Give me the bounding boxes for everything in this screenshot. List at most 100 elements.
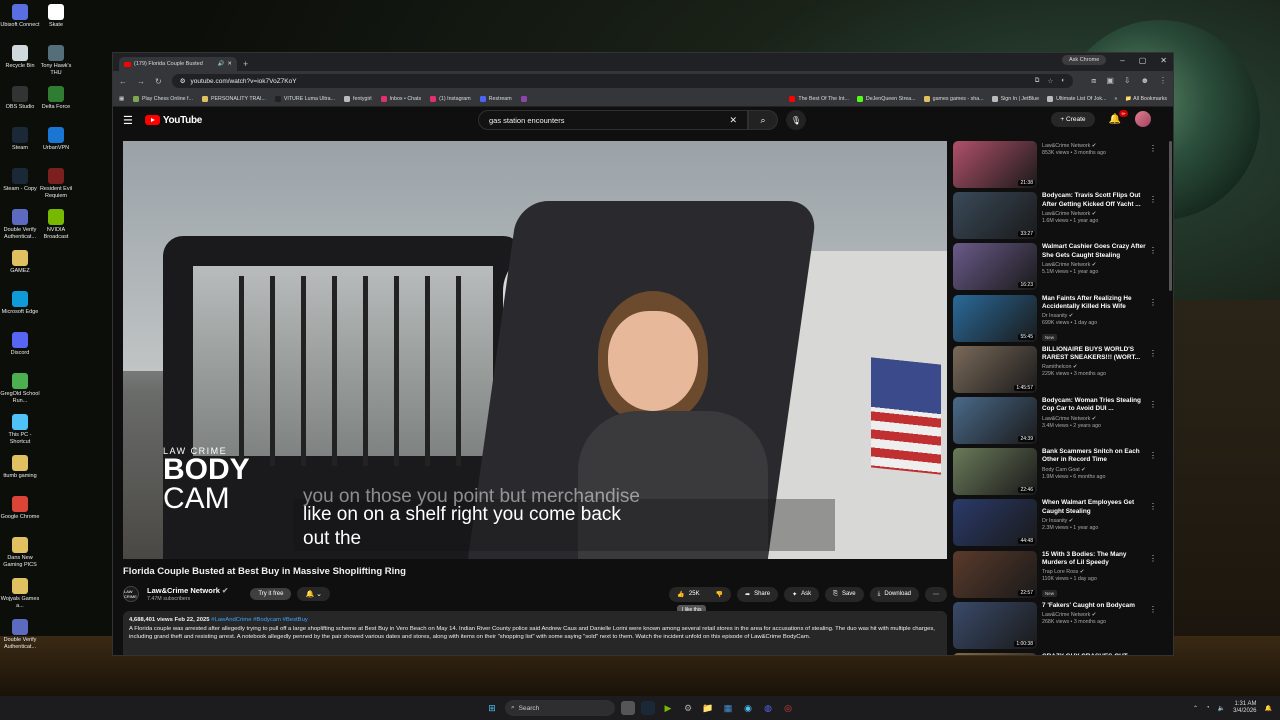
- all-bookmarks[interactable]: 📁 All Bookmarks: [1125, 96, 1167, 102]
- video-more-icon[interactable]: ⋮: [1149, 349, 1157, 358]
- desktop-icon[interactable]: Skate: [36, 4, 76, 29]
- recommended-video[interactable]: 1:45:57 BILLIONAIRE BUYS WORLD'S RAREST S…: [953, 345, 1159, 397]
- bookmark-item[interactable]: Ultimate List Of Jok...: [1047, 95, 1106, 102]
- video-title[interactable]: 7 'Fakers' Caught on Bodycam: [1042, 602, 1150, 610]
- video-thumbnail[interactable]: 1:45:57: [953, 345, 1037, 393]
- downloads-icon[interactable]: ⇩: [1124, 76, 1131, 86]
- bookmark-star-icon[interactable]: ☆: [1047, 77, 1053, 85]
- recommended-video[interactable]: 55:45 Man Faints After Realizing He Accid…: [953, 294, 1159, 346]
- desktop-icon[interactable]: Tony Hawk's THU: [36, 45, 76, 76]
- bookmark-item[interactable]: DeJenQueen Strea...: [856, 95, 916, 102]
- profile-icon[interactable]: ☻: [1141, 76, 1149, 86]
- clock[interactable]: 1:31 AM 3/4/2026: [1233, 701, 1256, 716]
- channel-name[interactable]: Law&Crime Network ✔: [147, 586, 228, 595]
- recommended-video[interactable]: 1:00:38 7 'Fakers' Caught on Bodycam Law&C…: [953, 601, 1159, 653]
- video-thumbnail[interactable]: 55:45: [953, 294, 1037, 342]
- channel-name[interactable]: Dr Insanity ✔: [1042, 313, 1150, 319]
- search-input[interactable]: gas station encounters ✕: [478, 110, 748, 130]
- video-thumbnail[interactable]: 22:57: [953, 550, 1037, 598]
- tab-youtube[interactable]: (179) Florida Couple Busted 🔊 ✕: [119, 57, 237, 71]
- video-thumbnail[interactable]: 22:46: [953, 448, 1037, 496]
- bookmark-item[interactable]: Play Chess Online f...: [133, 95, 193, 102]
- notifications-icon[interactable]: 🔔: [1265, 705, 1272, 712]
- more-actions-button[interactable]: ⋯: [925, 586, 947, 602]
- video-more-icon[interactable]: ⋮: [1149, 195, 1157, 204]
- clear-search-icon[interactable]: ✕: [729, 115, 737, 126]
- store-taskbar-icon[interactable]: ▦: [721, 701, 735, 715]
- dislike-button[interactable]: 👎: [708, 587, 731, 602]
- page-scrollbar[interactable]: [1169, 141, 1172, 291]
- more-bookmarks-icon[interactable]: »: [1114, 96, 1117, 102]
- video-title[interactable]: Bodycam: Woman Tries Stealing Cop Car to…: [1042, 397, 1150, 414]
- description-box[interactable]: 4,688,401 views Feb 22, 2025 #LawAndCrim…: [123, 611, 947, 655]
- recommended-video[interactable]: 33:27 Bodycam: Travis Scott Flips Out Aft…: [953, 192, 1159, 243]
- download-button[interactable]: ⤓ Download: [869, 586, 919, 602]
- task-view-icon[interactable]: [621, 701, 635, 715]
- desktop-icon[interactable]: Recycle Bin: [0, 45, 40, 70]
- bookmark-item[interactable]: PERSONALITY TRAI...: [201, 95, 266, 102]
- install-icon[interactable]: ⧉: [1035, 77, 1040, 85]
- nvidia-taskbar-icon[interactable]: ▶: [661, 701, 675, 715]
- tray-chevron-icon[interactable]: ⌃: [1193, 705, 1198, 712]
- video-more-icon[interactable]: ⋮: [1149, 554, 1157, 563]
- hashtags[interactable]: #LawAndCrime #Bodycam #BestBuy: [211, 617, 308, 623]
- ask-button[interactable]: ✦ Ask: [784, 586, 820, 602]
- desktop-icon[interactable]: Discord: [0, 332, 40, 357]
- chrome-taskbar-icon[interactable]: ◎: [781, 701, 795, 715]
- desktop-icon[interactable]: GregOld School Run...: [0, 373, 40, 404]
- video-title[interactable]: Bodycam: Travis Scott Flips Out After Ge…: [1042, 192, 1150, 209]
- video-title[interactable]: Man Faints After Realizing He Accidental…: [1042, 295, 1150, 312]
- video-thumbnail[interactable]: 33:27: [953, 192, 1037, 240]
- channel-name[interactable]: Ramithelcon ✔: [1042, 364, 1150, 370]
- recommended-video[interactable]: 16:23 Walmart Cashier Goes Crazy After Sh…: [953, 243, 1159, 294]
- desktop-icon[interactable]: ttumb gaming: [0, 455, 40, 480]
- back-icon[interactable]: ←: [119, 77, 127, 86]
- forward-icon[interactable]: →: [137, 77, 145, 86]
- recommended-video[interactable]: 44:48 When Walmart Employees Get Caught S…: [953, 499, 1159, 550]
- desktop-icon[interactable]: Steam: [0, 127, 40, 152]
- youtube-logo[interactable]: YouTube: [144, 115, 202, 126]
- desktop-icon[interactable]: GAMEZ: [0, 250, 40, 275]
- bookmark-item[interactable]: VITURE Luma Ultra...: [274, 95, 335, 102]
- steam-taskbar-icon[interactable]: [641, 701, 655, 715]
- bookmark-item[interactable]: The Best Of The Int...: [789, 95, 849, 102]
- channel-name[interactable]: Law&Crime Network ✔: [1042, 612, 1150, 618]
- channel-name[interactable]: Law&Crime Network ✔: [1042, 416, 1150, 422]
- start-icon[interactable]: ⊞: [485, 701, 499, 715]
- like-button[interactable]: 👍 25K: [669, 587, 707, 602]
- channel-name[interactable]: Trap Lore Ross ✔: [1042, 569, 1150, 575]
- desktop-icon[interactable]: UrbanVPN: [36, 127, 76, 152]
- menu-icon[interactable]: ⋮: [1159, 76, 1167, 86]
- video-thumbnail[interactable]: 44:48: [953, 499, 1037, 547]
- speaker-icon[interactable]: 🔊: [218, 61, 225, 67]
- maximize-icon[interactable]: ▢: [1139, 56, 1147, 65]
- hamburger-menu-icon[interactable]: ☰: [123, 114, 133, 127]
- video-more-icon[interactable]: ⋮: [1149, 144, 1157, 153]
- desktop-icon[interactable]: OBS Studio: [0, 86, 40, 111]
- wifi-icon[interactable]: ◔: [1206, 705, 1210, 711]
- channel-name[interactable]: Dr Insanity ✔: [1042, 518, 1150, 524]
- account-avatar[interactable]: [1135, 111, 1151, 127]
- address-bar[interactable]: ⚙ youtube.com/watch?v=iok7VoZ7KoY ⧉ ☆ ◐: [171, 74, 1074, 88]
- reload-icon[interactable]: ↻: [155, 77, 162, 86]
- desktop-icon[interactable]: Steam - Copy: [0, 168, 40, 193]
- close-window-icon[interactable]: ✕: [1160, 56, 1167, 65]
- channel-name[interactable]: Law&Crime Network ✔: [1042, 262, 1150, 268]
- notifications-button[interactable]: 🔔 9+: [1109, 109, 1128, 125]
- video-thumbnail[interactable]: 1:00:38: [953, 601, 1037, 649]
- minimize-icon[interactable]: –: [1120, 56, 1124, 65]
- bookmark-item[interactable]: fentygirl: [344, 95, 372, 102]
- extensions-icon[interactable]: ⧈: [1091, 76, 1096, 86]
- desktop-icon[interactable]: Resident Evil Requiem: [36, 168, 76, 199]
- desktop-icon[interactable]: NVIDIA Broadcast: [36, 209, 76, 240]
- desktop-icon[interactable]: Delta Force: [36, 86, 76, 111]
- recommended-video[interactable]: CRAZY GUY CRASHES OUT...⋮: [953, 652, 1159, 655]
- channel-name[interactable]: Body Cam Goat ✔: [1042, 467, 1150, 473]
- extension-icon[interactable]: ◐: [1061, 77, 1065, 85]
- bookmark-item[interactable]: (1) Instagram: [430, 95, 471, 102]
- file-explorer-icon[interactable]: 📁: [701, 701, 715, 715]
- recommended-video[interactable]: 21:38 Law&Crime Network ✔ 853K views • 3 m…: [953, 141, 1159, 192]
- create-button[interactable]: + Create: [1051, 111, 1095, 127]
- save-button[interactable]: ⎘ Save: [825, 586, 864, 602]
- desktop-icon[interactable]: Double Verify Authenticat...: [0, 209, 40, 240]
